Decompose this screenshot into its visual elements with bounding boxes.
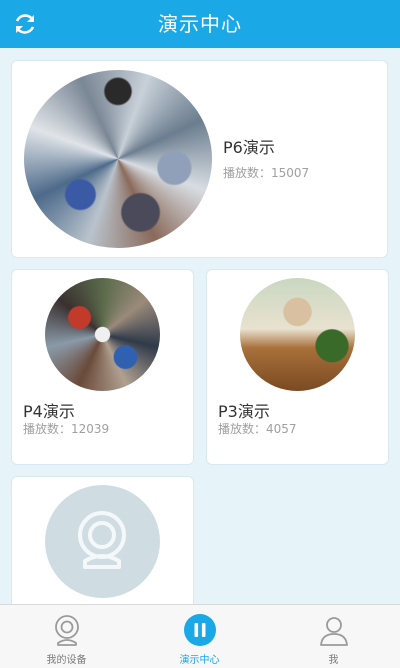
panorama-thumbnail [24,70,212,248]
card-title: P4演示 [23,402,75,421]
card-title: P3演示 [218,402,270,421]
camera-icon [78,511,126,569]
demo-card-placeholder[interactable] [12,477,193,617]
play-count: 播放数：12039 [23,422,110,436]
panorama-thumbnail [45,278,160,391]
tab-demo-center[interactable]: 演示中心 [133,605,266,668]
demo-card-p3[interactable]: P3演示 播放数：4057 [207,270,388,464]
user-icon [319,617,348,646]
camera-placeholder [45,485,160,598]
tab-label: 我的设备 [46,655,87,666]
play-count: 播放数：4057 [218,422,297,436]
camera-device-icon [54,615,79,646]
play-count: 播放数：15007 [223,166,310,180]
card-title: P6演示 [223,138,275,157]
page-title: 演示中心 [158,12,242,36]
bottom-tab-bar: 我的设备 演示中心 我 [0,604,400,668]
pause-icon [183,614,216,646]
tab-label: 演示中心 [179,655,220,666]
app-header: 演示中心 [0,0,400,48]
demo-card-p4[interactable]: P4演示 播放数：12039 [12,270,193,464]
tab-label: 我 [328,655,339,666]
tab-me[interactable]: 我 [267,605,400,668]
panorama-thumbnail [240,278,355,391]
tab-my-devices[interactable]: 我的设备 [0,605,133,668]
demo-card-p6[interactable]: P6演示 播放数：15007 [12,61,387,257]
